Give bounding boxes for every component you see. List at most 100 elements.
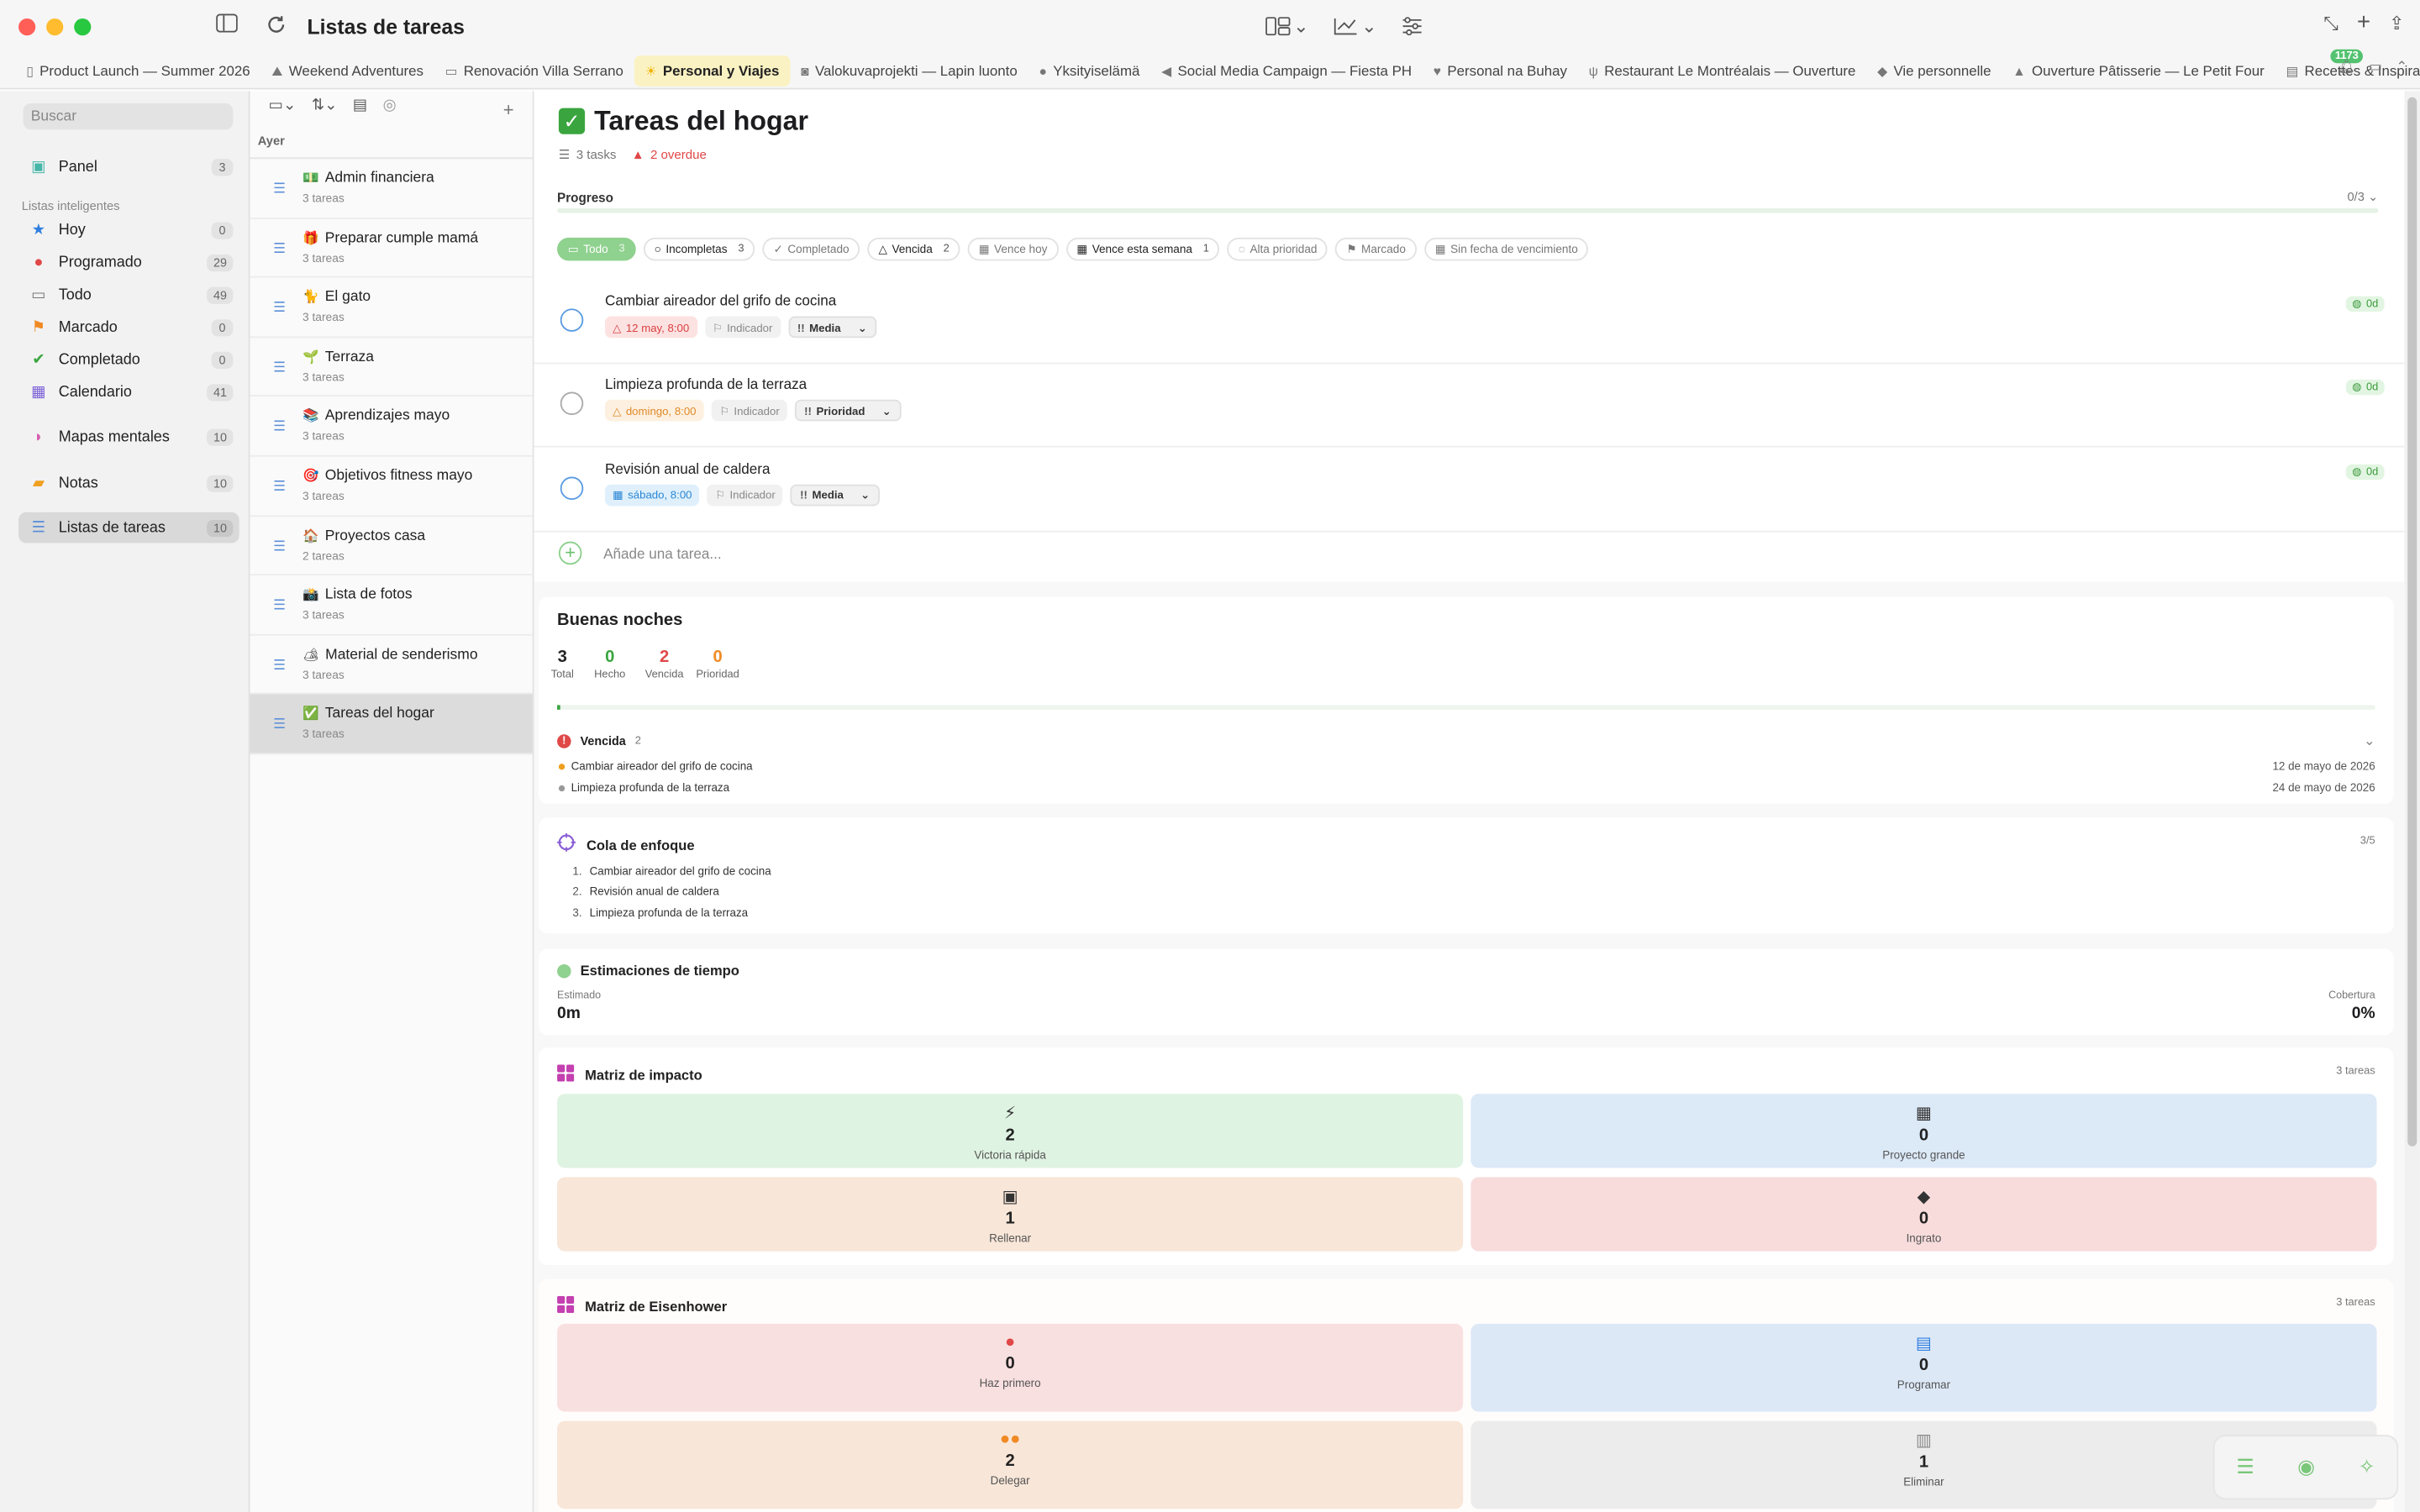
chart-menu-button[interactable]: ⌄ <box>1324 11 1386 42</box>
brain-icon[interactable]: ◉ <box>2297 1455 2315 1479</box>
list-item[interactable]: ☰ 🏠 Proyectos casa 2 tareas <box>250 517 533 576</box>
list-item[interactable]: ☰ 🐈 El gato 3 tareas <box>250 278 533 338</box>
list-item[interactable]: ☰ 🌱 Terraza 3 tareas <box>250 338 533 397</box>
magic-wand-icon[interactable]: ✧ <box>2359 1455 2375 1479</box>
add-icon[interactable]: + <box>2357 11 2370 36</box>
tab-11[interactable]: ▲ Ouverture Pâtisserie — Le Petit Four <box>2002 55 2275 86</box>
zoom-window-button[interactable] <box>74 18 92 36</box>
bell-icon[interactable]: 🔔︎ <box>2338 59 2355 76</box>
group-icon[interactable]: ▤ <box>353 97 367 114</box>
focus-item[interactable]: 2. Revisión anual de caldera <box>572 885 718 899</box>
sort-icon[interactable]: ⇅⌄ <box>312 97 338 114</box>
sidebar-item-hoy[interactable]: ★ Hoy 0 <box>18 214 239 245</box>
sidebar-item-calendario[interactable]: ▦ Calendario 41 <box>18 376 239 407</box>
list-item[interactable]: ☰ 💵 Admin financiera 3 tareas <box>250 159 533 219</box>
indicator-chip[interactable]: ⚐ Indicador <box>704 316 781 339</box>
quadrant-victoria-rápida[interactable]: ⚡ 2 Victoria rápida <box>557 1094 1464 1168</box>
filter-sin-fecha-de-vencimiento[interactable]: ▦ Sin fecha de vencimiento <box>1423 237 1589 261</box>
filter-alta-prioridad[interactable]: ◌ Alta prioridad <box>1228 237 1328 261</box>
task-row[interactable]: Cambiar aireador del grifo de cocina △ 12 … <box>534 281 2405 365</box>
filter-incompletas[interactable]: ○ Incompletas 3 <box>643 237 755 261</box>
due-date-chip[interactable]: ▦ sábado, 8:00 <box>604 484 700 507</box>
inbox-filter-icon[interactable]: ▭⌄ <box>269 97 297 114</box>
add-list-icon[interactable]: + <box>503 99 514 121</box>
tab-9[interactable]: ψ Restaurant Le Montréalais — Ouverture <box>1578 55 1866 86</box>
focus-item[interactable]: 3. Limpieza profunda de la terraza <box>572 905 748 919</box>
progress-value[interactable]: 0/3 ⌄ <box>2348 190 2379 204</box>
scrollbar[interactable] <box>2404 91 2420 1512</box>
sidebar-item-listas-de-tareas[interactable]: ☰ Listas de tareas 10 <box>18 512 239 543</box>
checklist-icon[interactable]: ☰ <box>2236 1455 2254 1479</box>
filter-todo[interactable]: ▭ Todo 3 <box>557 237 636 261</box>
tab-5[interactable]: ◙ Valokuvaprojekti — Lapin luonto <box>790 55 1028 86</box>
indicator-chip[interactable]: ⚐ Indicador <box>707 484 783 507</box>
filter-vence-hoy[interactable]: ▦ Vence hoy <box>967 237 1059 261</box>
tab-10[interactable]: ◆ Vie personnelle <box>1866 55 2002 86</box>
overdue-section-header[interactable]: ! Vencida 2 <box>557 734 641 748</box>
search-input[interactable]: Buscar <box>23 103 234 130</box>
sidebar-item-todo[interactable]: ▭ Todo 49 <box>18 279 239 310</box>
quadrant-delegar[interactable]: ●● 2 Delegar <box>557 1420 1464 1509</box>
priority-select[interactable]: !! Media ⌄ <box>791 484 880 507</box>
priority-select[interactable]: !! Media ⌄ <box>787 316 876 339</box>
priority-select[interactable]: !! Prioridad ⌄ <box>795 400 901 423</box>
sidebar-item-programado[interactable]: ● Programado 29 <box>18 247 239 278</box>
sidebar-item-marcado[interactable]: ⚑ Marcado 0 <box>18 312 239 343</box>
list-item[interactable]: ☰ ✅ Tareas del hogar 3 tareas <box>250 695 533 755</box>
task-row[interactable]: Limpieza profunda de la terraza △ domingo,… <box>534 365 2405 449</box>
focus-item[interactable]: 1. Cambiar aireador del grifo de cocina <box>572 864 771 879</box>
tab-2[interactable]: ⛰ Weekend Adventures <box>260 55 434 86</box>
list-item[interactable]: ☰ 🎯 Objetivos fitness mayo 3 tareas <box>250 457 533 517</box>
sync-icon[interactable] <box>262 14 288 39</box>
expand-icon[interactable]: ⤡ <box>2323 13 2338 36</box>
tab-7[interactable]: ◀ Social Media Campaign — Fiesta PH <box>1150 55 1423 86</box>
task-title[interactable]: Limpieza profunda de la terraza <box>605 377 807 392</box>
indicator-chip[interactable]: ⚐ Indicador <box>711 400 787 423</box>
quadrant-rellenar[interactable]: ▣ 1 Rellenar <box>557 1177 1464 1252</box>
tab-3[interactable]: ▭ Renovación Villa Serrano <box>434 55 634 86</box>
tab-1[interactable]: ▯ Product Launch — Summer 2026 <box>15 55 260 86</box>
tab-8[interactable]: ♥ Personal na Buhay <box>1423 55 1578 86</box>
scrollbar-thumb[interactable] <box>2407 97 2417 1147</box>
overdue-item-title[interactable]: Cambiar aireador del grifo de cocina <box>571 759 753 774</box>
check-filter-icon[interactable]: ◎ <box>383 97 397 114</box>
task-title[interactable]: Cambiar aireador del grifo de cocina <box>605 293 836 308</box>
quadrant-programar[interactable]: ▤ 0 Programar <box>1470 1323 2377 1412</box>
share-icon[interactable]: ⇪ <box>2389 13 2404 36</box>
list-item[interactable]: ☰ 📸 Lista de fotos 3 tareas <box>250 575 533 636</box>
task-title[interactable]: Revisión anual de caldera <box>605 461 770 476</box>
sidebar-item-completado[interactable]: ✔ Completado 0 <box>18 344 239 375</box>
layout-menu-button[interactable]: ⌄ <box>1256 11 1318 42</box>
quadrant-ingrato[interactable]: ◆ 0 Ingrato <box>1470 1177 2377 1252</box>
filter-settings-button[interactable] <box>1392 11 1433 42</box>
task-checkbox[interactable] <box>560 392 584 416</box>
minimize-window-button[interactable] <box>46 18 64 36</box>
tab-4[interactable]: ☀ Personal y Viajes <box>634 55 791 86</box>
due-date-chip[interactable]: △ 12 may, 8:00 <box>604 316 697 339</box>
task-checkbox[interactable] <box>560 476 584 500</box>
filter-vence-esta-semana[interactable]: ▦ Vence esta semana 1 <box>1065 237 1220 261</box>
quadrant-haz-primero[interactable]: ● 0 Haz primero <box>557 1323 1464 1412</box>
overview-icon[interactable]: ▭ <box>2369 59 2382 76</box>
sidebar-item-panel[interactable]: ▣ Panel 3 <box>18 151 239 182</box>
chevron-down-icon[interactable]: ⌄ <box>2364 732 2375 749</box>
filter-vencida[interactable]: △ Vencida 2 <box>867 237 960 261</box>
sidebar-toggle-icon[interactable] <box>213 13 239 39</box>
due-date-chip[interactable]: △ domingo, 8:00 <box>604 400 704 423</box>
quadrant-proyecto-grande[interactable]: ▦ 0 Proyecto grande <box>1470 1094 2377 1168</box>
close-window-button[interactable] <box>18 18 36 36</box>
sidebar-item-mapas-mentales[interactable]: ◗ Mapas mentales 10 <box>18 421 239 452</box>
add-task-input[interactable]: Añade una tarea... <box>603 545 722 560</box>
filter-completado[interactable]: ✓ Completado <box>762 237 860 261</box>
tab-6[interactable]: ● Yksityiselämä <box>1028 55 1151 86</box>
list-item[interactable]: ☰ 📚 Aprendizajes mayo 3 tareas <box>250 397 533 457</box>
list-item[interactable]: ☰ 🏕 Material de senderismo 3 tareas <box>250 635 533 696</box>
task-checkbox[interactable] <box>560 308 584 332</box>
sidebar-item-notas[interactable]: ▰ Notas 10 <box>18 468 239 499</box>
filter-marcado[interactable]: ⚑ Marcado <box>1335 237 1417 261</box>
list-item[interactable]: ☰ 🎁 Preparar cumple mamá 3 tareas <box>250 218 533 278</box>
add-task-row[interactable]: + Añade una tarea... <box>558 541 722 565</box>
chevron-up-icon[interactable]: ⌃ <box>2396 59 2407 76</box>
overdue-item-title[interactable]: Limpieza profunda de la terraza <box>571 780 729 795</box>
task-row[interactable]: Revisión anual de caldera ▦ sábado, 8:00 ⚐ I… <box>534 449 2405 533</box>
